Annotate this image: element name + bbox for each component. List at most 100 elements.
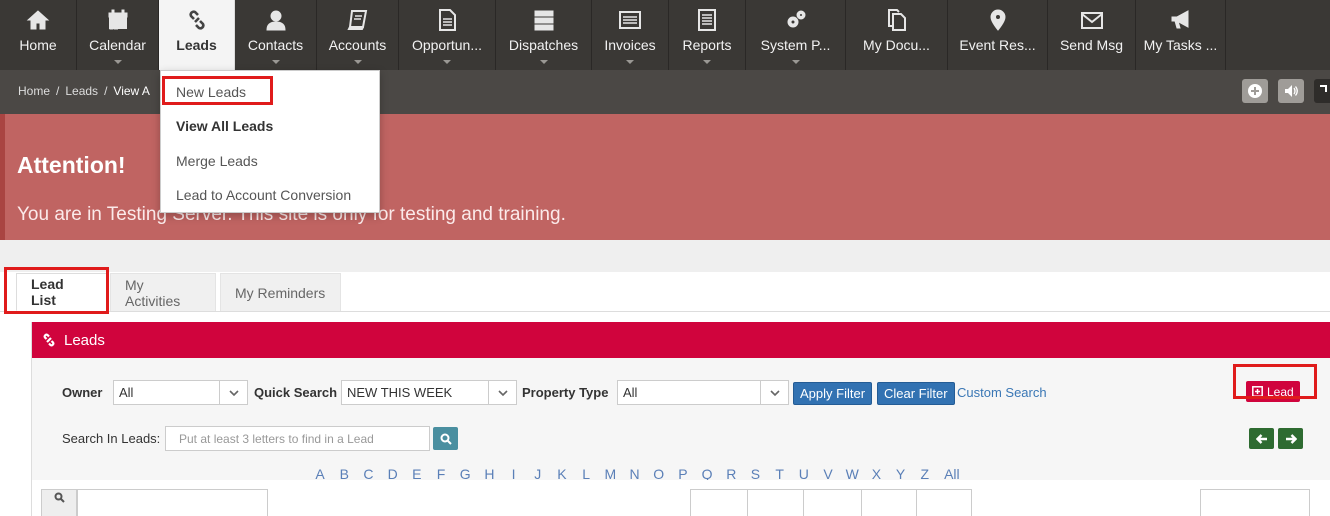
plus-square-icon	[1252, 386, 1263, 397]
next-button[interactable]	[1278, 428, 1303, 449]
chevron-down-icon	[353, 60, 362, 64]
list-icon	[617, 7, 643, 33]
nav-send-msg[interactable]: Send Msg	[1048, 0, 1136, 70]
document-icon	[434, 7, 460, 33]
nav-label: Reports	[682, 37, 732, 53]
nav-invoices[interactable]: Invoices	[592, 0, 669, 70]
sound-button[interactable]	[1278, 79, 1304, 103]
column-control[interactable]	[747, 489, 804, 516]
chevron-down-icon	[760, 381, 788, 404]
nav-opportunities[interactable]: Opportun...	[399, 0, 496, 70]
quick-search-select[interactable]: NEW THIS WEEK	[341, 380, 517, 405]
breadcrumb-home[interactable]: Home	[18, 84, 50, 98]
nav-label: Opportun...	[411, 37, 483, 53]
search-button[interactable]	[433, 427, 458, 450]
nav-contacts[interactable]: Contacts	[235, 0, 317, 70]
chevron-down-icon	[791, 60, 800, 64]
menu-item-merge-leads[interactable]: Merge Leads	[176, 153, 258, 169]
nav-label: Dispatches	[508, 37, 579, 53]
table-search-button[interactable]	[41, 489, 77, 516]
add-lead-label: Lead	[1267, 384, 1294, 399]
server-icon	[531, 7, 557, 33]
toolbar	[1242, 79, 1330, 103]
breadcrumb-current: View A	[113, 84, 150, 98]
owner-label: Owner	[62, 385, 103, 400]
nav-leads[interactable]: Leads	[159, 0, 235, 70]
tab-my-activities[interactable]: My Activities	[110, 273, 216, 311]
search-input[interactable]: Put at least 3 letters to find in a Lead	[165, 426, 430, 451]
link-icon	[43, 333, 55, 347]
nav-my-documents[interactable]: My Docu...	[846, 0, 948, 70]
home-icon	[25, 7, 51, 33]
nav-accounts[interactable]: Accounts	[317, 0, 399, 70]
column-control[interactable]	[803, 489, 862, 516]
page-size-control[interactable]	[1200, 489, 1310, 516]
nav-label: System P...	[760, 37, 831, 53]
leads-dropdown-menu: New Leads View All Leads Merge Leads Lea…	[160, 70, 380, 213]
property-type-label: Property Type	[522, 385, 609, 400]
copy-icon	[884, 7, 910, 33]
arrow-left-icon	[1255, 433, 1267, 444]
column-control[interactable]	[916, 489, 972, 516]
nav-label: Invoices	[604, 37, 656, 53]
property-type-value: All	[623, 385, 638, 400]
breadcrumb-separator: /	[56, 84, 60, 98]
menu-item-lead-to-account-conversion[interactable]: Lead to Account Conversion	[176, 187, 351, 203]
add-lead-button[interactable]: Lead	[1246, 381, 1300, 402]
leads-panel: Leads Owner All Quick Search NEW THIS WE…	[31, 322, 1330, 516]
bullhorn-icon	[1168, 7, 1194, 33]
table-search-input[interactable]	[77, 489, 268, 516]
breadcrumb-leads[interactable]: Leads	[65, 84, 98, 98]
fullscreen-button[interactable]	[1314, 79, 1330, 103]
tab-lead-list[interactable]: Lead List	[16, 273, 107, 311]
breadcrumb-separator: /	[104, 84, 108, 98]
nav-system[interactable]: System P...	[746, 0, 846, 70]
breadcrumb: Home / Leads / View A	[18, 84, 150, 98]
attention-title: Attention!	[17, 152, 126, 178]
search-icon	[54, 492, 65, 503]
nav-label: Accounts	[328, 37, 387, 53]
nav-label: Calendar	[89, 37, 146, 53]
nav-my-tasks[interactable]: My Tasks ...	[1136, 0, 1226, 70]
quick-search-value: NEW THIS WEEK	[347, 385, 453, 400]
chevron-down-icon	[488, 381, 516, 404]
quick-search-label: Quick Search	[254, 385, 338, 400]
gears-icon	[783, 7, 809, 33]
custom-search-link[interactable]: Custom Search	[957, 385, 1047, 400]
owner-select[interactable]: All	[113, 380, 248, 405]
column-control[interactable]	[690, 489, 748, 516]
chevron-down-icon	[271, 60, 280, 64]
plus-circle-icon	[1248, 84, 1262, 98]
nav-dispatches[interactable]: Dispatches	[496, 0, 592, 70]
menu-item-new-leads[interactable]: New Leads	[176, 84, 246, 100]
chevron-down-icon	[219, 381, 247, 404]
nav-label: Home	[19, 37, 57, 53]
nav-calendar[interactable]: Calendar	[77, 0, 159, 70]
nav-reports[interactable]: Reports	[669, 0, 746, 70]
clear-filter-button[interactable]: Clear Filter	[877, 382, 955, 405]
menu-item-view-all-leads[interactable]: View All Leads	[176, 118, 273, 134]
content-area: Leads Owner All Quick Search NEW THIS WE…	[0, 312, 1330, 516]
tab-my-reminders[interactable]: My Reminders	[220, 273, 341, 311]
arrow-right-icon	[1285, 433, 1297, 444]
nav-home[interactable]: Home	[0, 0, 77, 70]
spacer	[0, 240, 1330, 272]
link-icon	[184, 7, 210, 33]
report-icon	[694, 7, 720, 33]
volume-icon	[1285, 85, 1298, 97]
chevron-down-icon	[539, 60, 548, 64]
book-icon	[345, 7, 371, 33]
nav-event-reservations[interactable]: Event Res...	[948, 0, 1048, 70]
nav-label: Contacts	[247, 37, 304, 53]
panel-title: Leads	[64, 331, 105, 349]
property-type-select[interactable]: All	[617, 380, 789, 405]
add-button[interactable]	[1242, 79, 1268, 103]
apply-filter-button[interactable]: Apply Filter	[793, 382, 873, 405]
search-label: Search In Leads:	[62, 431, 161, 446]
map-marker-icon	[985, 7, 1011, 33]
previous-button[interactable]	[1249, 428, 1274, 449]
panel-header: Leads	[32, 322, 1330, 358]
chevron-down-icon	[703, 60, 711, 64]
column-control[interactable]	[861, 489, 917, 516]
chevron-down-icon	[443, 60, 451, 64]
